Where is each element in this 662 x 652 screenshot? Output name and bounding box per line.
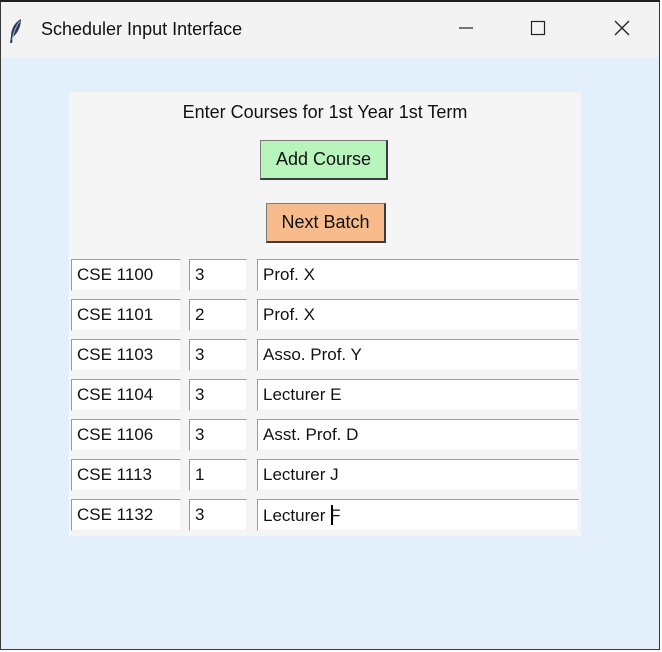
credit-field[interactable]: 3 [189,259,247,291]
teacher-field[interactable]: Prof. X [257,259,579,291]
course-code-field[interactable]: CSE 1100 [71,259,181,291]
course-code-field[interactable]: CSE 1101 [71,299,181,331]
credit-field[interactable]: 3 [189,419,247,451]
next-batch-button[interactable]: Next Batch [266,203,386,243]
course-form-panel: Enter Courses for 1st Year 1st Term Add … [69,92,581,536]
course-code-field[interactable]: CSE 1113 [71,459,181,491]
teacher-field-focused[interactable]: Lecturer F [257,499,579,531]
close-button[interactable] [587,2,657,58]
window-title: Scheduler Input Interface [41,19,243,39]
credit-field[interactable]: 2 [189,299,247,331]
credit-field[interactable]: 1 [189,459,247,491]
credit-field[interactable]: 3 [189,339,247,371]
teacher-field[interactable]: Lecturer E [257,379,579,411]
maximize-icon [529,19,547,42]
course-code-field[interactable]: CSE 1132 [71,499,181,531]
text-caret [331,505,334,525]
credit-field[interactable]: 3 [189,499,247,531]
maximize-button[interactable] [503,2,573,58]
teacher-field[interactable]: Asso. Prof. Y [257,339,579,371]
close-icon [613,19,631,42]
teacher-value: Lecturer F [263,506,341,525]
minimize-icon [457,19,475,42]
feather-icon [9,18,23,44]
course-code-field[interactable]: CSE 1103 [71,339,181,371]
credit-field[interactable]: 3 [189,379,247,411]
teacher-field[interactable]: Prof. X [257,299,579,331]
add-course-button[interactable]: Add Course [260,140,388,180]
form-heading: Enter Courses for 1st Year 1st Term [182,102,468,122]
title-bar[interactable]: Scheduler Input Interface [1,2,659,58]
course-code-field[interactable]: CSE 1104 [71,379,181,411]
teacher-field[interactable]: Asst. Prof. D [257,419,579,451]
minimize-button[interactable] [431,2,501,58]
teacher-field[interactable]: Lecturer J [257,459,579,491]
course-code-field[interactable]: CSE 1106 [71,419,181,451]
app-window: Scheduler Input Interface Enter Courses … [0,0,660,650]
